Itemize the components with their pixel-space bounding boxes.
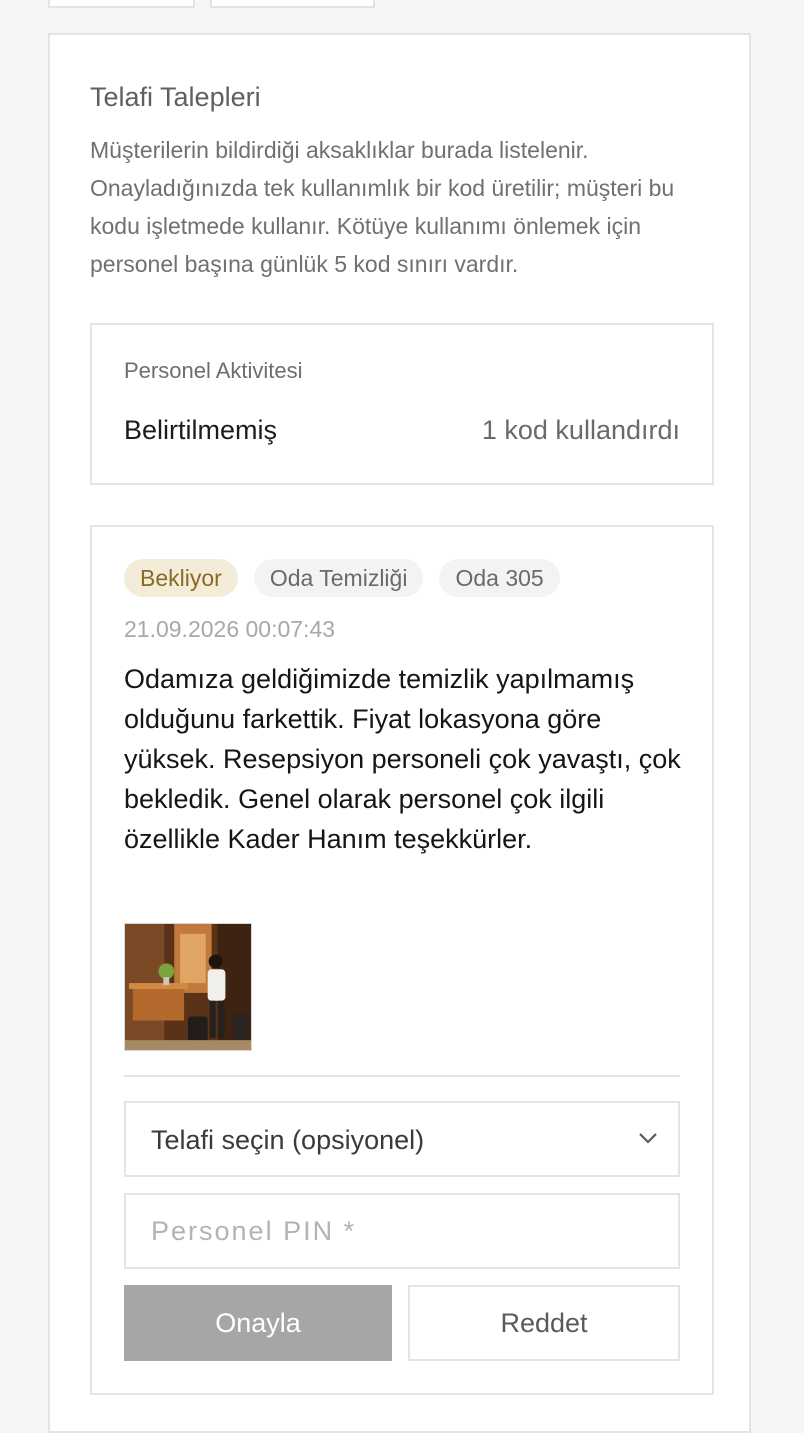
request-message: Odamıza geldiğimizde temizlik yapılmamış…	[124, 664, 681, 854]
approve-button[interactable]: Onayla	[124, 1285, 392, 1361]
compensation-requests-panel: Telafi Talepleri Müşterilerin bildirdiği…	[48, 33, 751, 1433]
staff-activity-card: Personel Aktivitesi Belirtilmemiş 1 kod …	[90, 323, 714, 485]
compensation-select-value: Telafi seçin (opsiyonel)	[151, 1125, 425, 1155]
staff-activity-label: Personel Aktivitesi	[124, 358, 303, 383]
staff-pin-input[interactable]	[124, 1193, 680, 1269]
compensation-select[interactable]: Telafi seçin (opsiyonel)	[124, 1101, 680, 1177]
attached-photo-thumbnail[interactable]	[124, 923, 252, 1051]
top-tab-right[interactable]	[210, 0, 375, 8]
request-badges: Bekliyor Oda Temizliği Oda 305	[124, 559, 560, 597]
room-badge: Oda 305	[439, 559, 560, 597]
staff-code-count: 1 kod kullandırdı	[481, 415, 680, 445]
request-timestamp: 21.09.2026 00:07:43	[124, 616, 336, 642]
section-divider	[124, 1075, 680, 1077]
hotel-lobby-photo	[125, 924, 251, 1050]
reject-button[interactable]: Reddet	[408, 1285, 680, 1361]
request-card: Bekliyor Oda Temizliği Oda 305 21.09.202…	[90, 525, 714, 1395]
chevron-down-icon	[639, 1133, 657, 1144]
panel-description: Müşterilerin bildirdiği aksaklıklar bura…	[90, 137, 675, 277]
status-badge: Bekliyor	[124, 559, 238, 597]
category-badge: Oda Temizliği	[253, 559, 424, 597]
top-tab-left[interactable]	[48, 0, 195, 8]
panel-title: Telafi Talepleri	[90, 82, 261, 112]
staff-name: Belirtilmemiş	[124, 415, 278, 445]
